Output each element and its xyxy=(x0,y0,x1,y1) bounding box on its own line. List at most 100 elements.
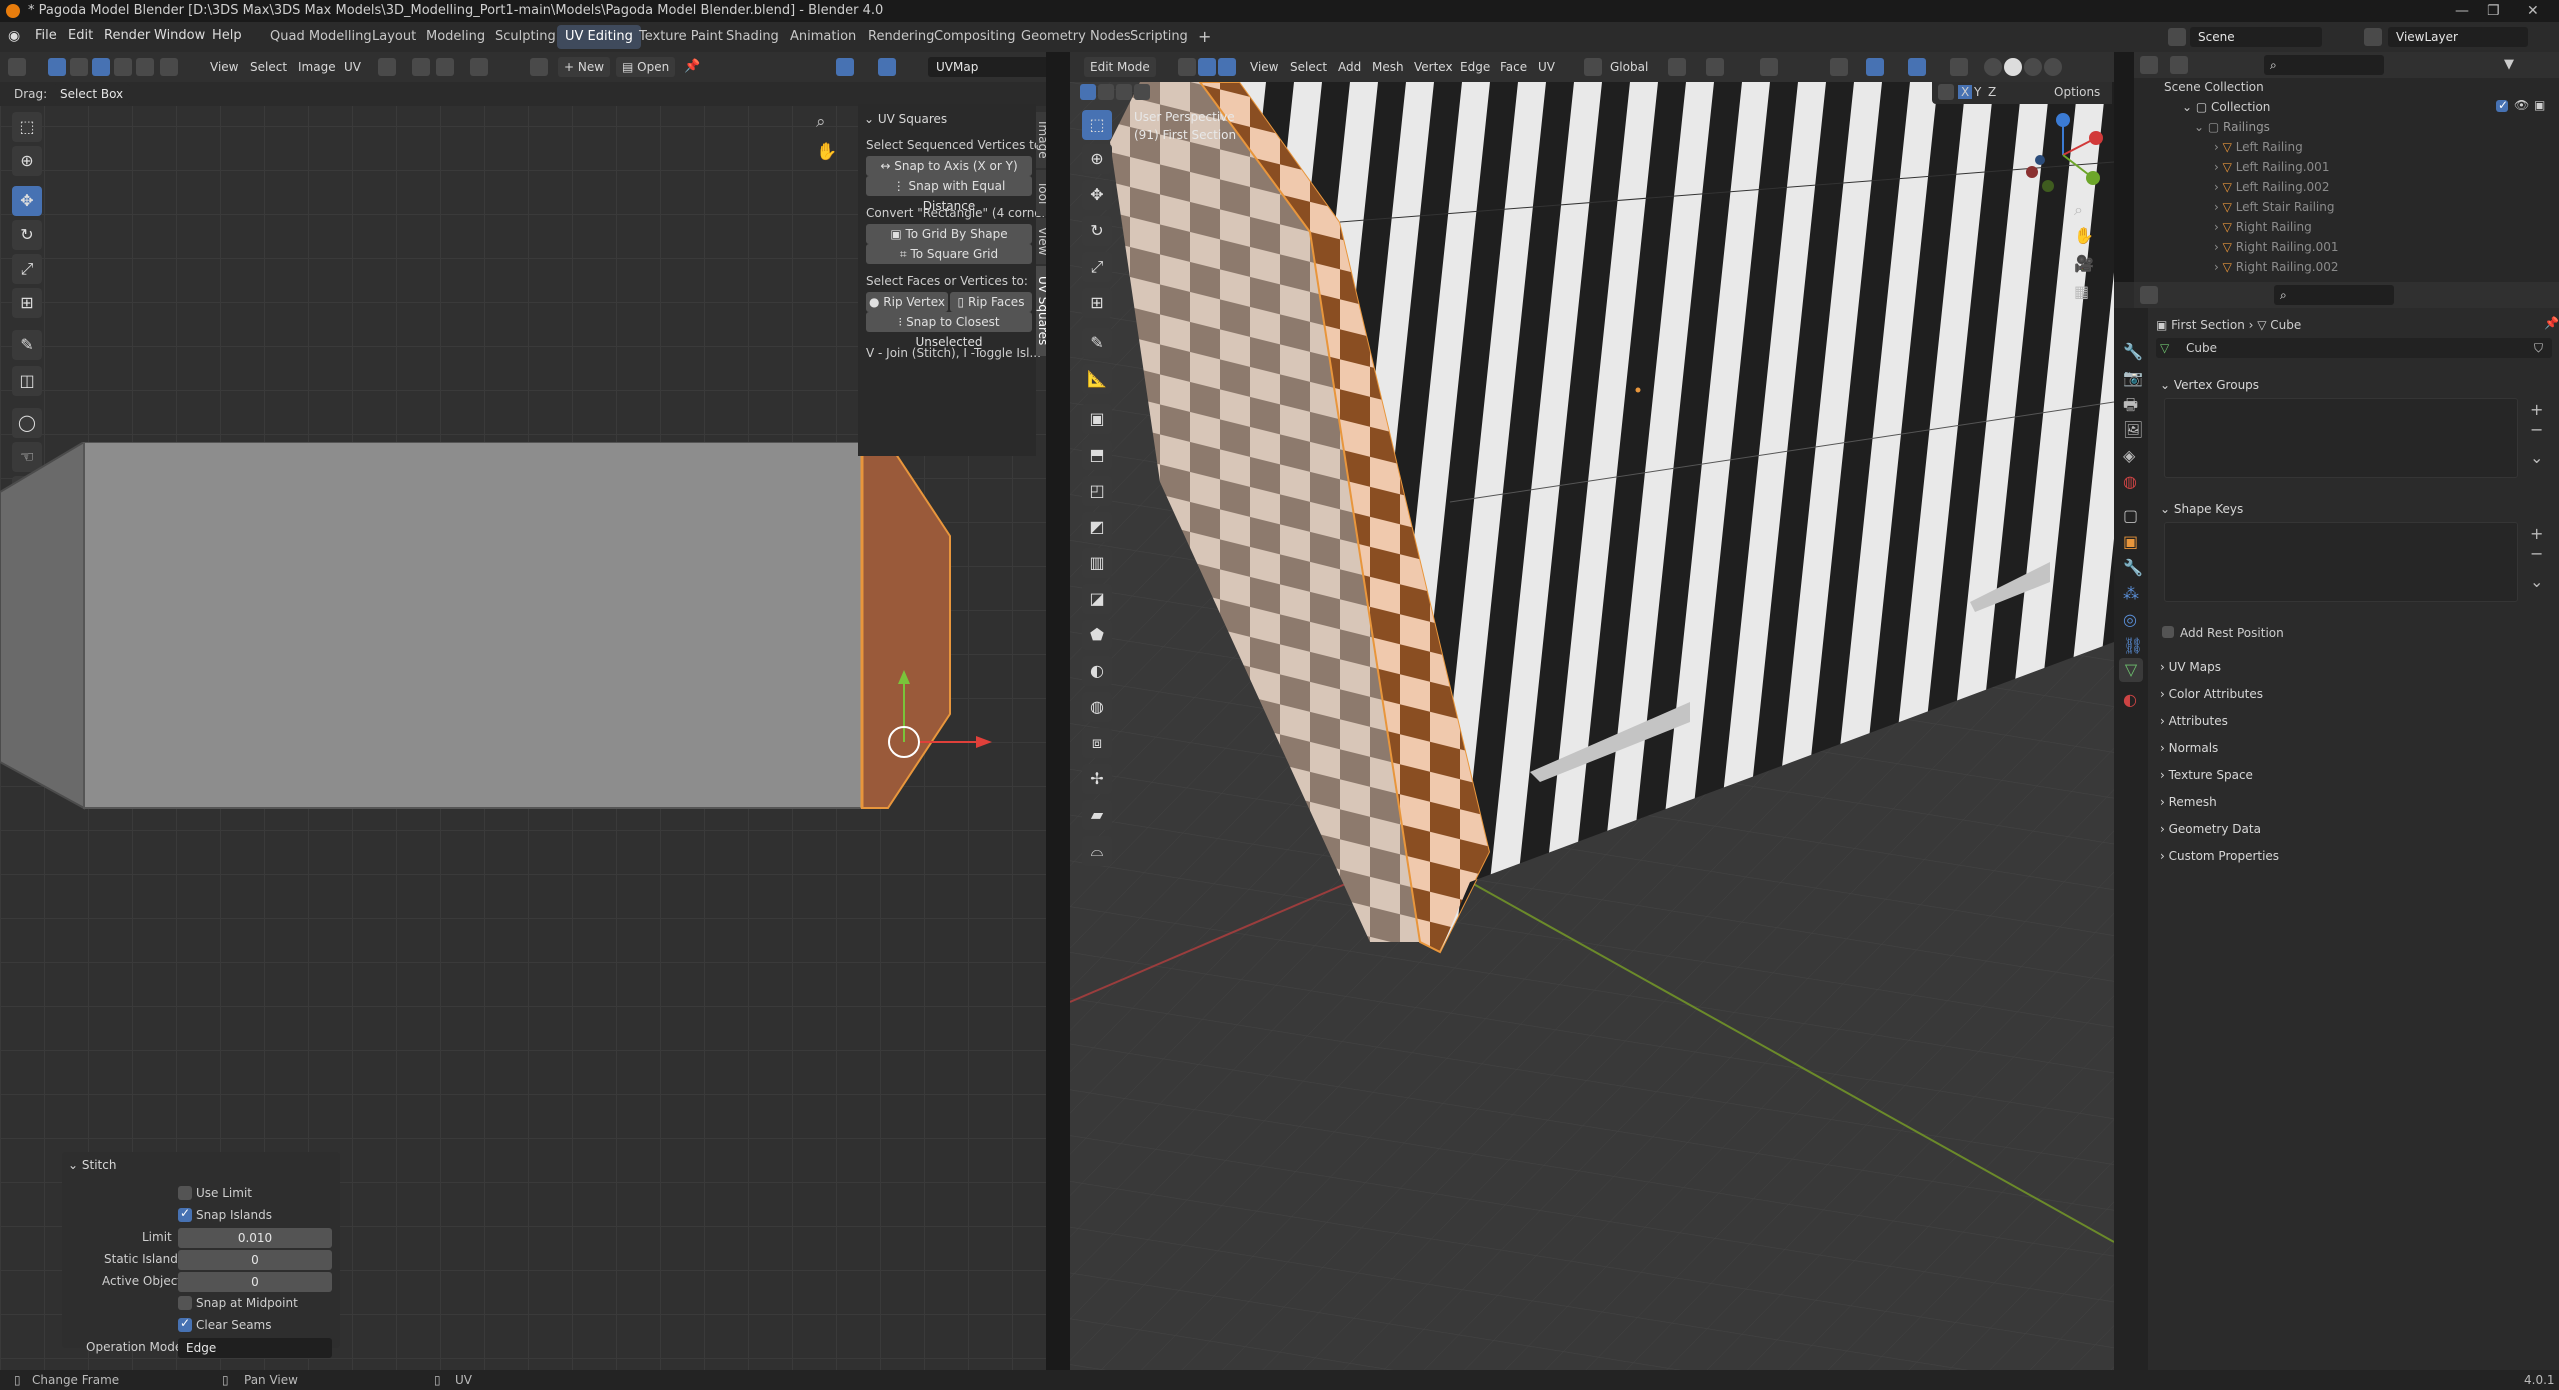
vertex-groups-header[interactable]: ⌄ Vertex Groups xyxy=(2160,378,2259,392)
uv-overlay-toggle-icon[interactable] xyxy=(836,58,854,76)
transform-tool-icon[interactable]: ⊞ xyxy=(12,288,42,318)
outliner-item[interactable]: › ▽ Left Stair Railing xyxy=(2214,200,2335,214)
vp-camera-icon[interactable]: 🎥 xyxy=(2074,254,2094,273)
custom-properties-header[interactable]: › Custom Properties xyxy=(2160,849,2279,863)
blender-menu-icon[interactable]: ◉ xyxy=(8,28,26,46)
vp-add-cube-tool-icon[interactable]: ▣ xyxy=(1082,404,1112,434)
modifier-tab-icon[interactable]: 🔧 xyxy=(2123,558,2143,577)
vp-zoom-icon[interactable]: ⌕ xyxy=(2074,200,2083,220)
cursor-tool-icon[interactable]: ⊕ xyxy=(12,146,42,176)
limit-field[interactable]: 0.010 xyxy=(178,1228,332,1248)
shape-keys-header[interactable]: ⌄ Shape Keys xyxy=(2160,502,2243,516)
select-subtract-icon[interactable] xyxy=(1116,84,1132,100)
render-tab-icon[interactable]: 📷 xyxy=(2123,368,2143,387)
outliner-item[interactable]: › ▽ Left Railing.002 xyxy=(2214,180,2329,194)
select-new-icon[interactable] xyxy=(1080,84,1096,100)
to-square-grid-button[interactable]: ⌗ To Square Grid xyxy=(866,244,1032,264)
select-extend-icon[interactable] xyxy=(1098,84,1114,100)
vp-rotate-tool-icon[interactable]: ↻ xyxy=(1082,216,1112,246)
navigation-gizmo[interactable] xyxy=(2018,110,2108,200)
rip-vertex-button[interactable]: ● Rip Vertex xyxy=(866,292,948,312)
uv-islands[interactable] xyxy=(0,442,960,862)
properties-editor-type-icon[interactable] xyxy=(2140,286,2158,304)
remove-shape-key-icon[interactable]: − xyxy=(2530,544,2543,563)
tab-geometry-nodes[interactable]: Geometry Nodes xyxy=(1013,25,1139,49)
image-browse-icon[interactable] xyxy=(530,58,548,76)
snap-icon[interactable] xyxy=(412,58,430,76)
vp-move-tool-icon[interactable]: ✥ xyxy=(1082,180,1112,210)
use-limit-checkbox[interactable] xyxy=(178,1186,192,1200)
pan-hand-icon[interactable]: ✋ xyxy=(816,142,837,162)
drag-select-box-dropdown[interactable]: Select Box xyxy=(54,84,130,104)
vp-menu-add[interactable]: Add xyxy=(1332,57,1367,77)
mirror-icon[interactable] xyxy=(1938,84,1954,100)
uv-select-mode-icon[interactable] xyxy=(48,58,66,76)
tab-layout[interactable]: Layout xyxy=(364,25,424,49)
vp-shrink-tool-icon[interactable]: ✢ xyxy=(1082,764,1112,794)
output-tab-icon[interactable]: 🖶 xyxy=(2123,394,2138,421)
menu-file[interactable]: File xyxy=(35,28,57,43)
vp-menu-view[interactable]: View xyxy=(1244,57,1284,77)
normals-header[interactable]: › Normals xyxy=(2160,741,2218,755)
xray-icon[interactable] xyxy=(1950,58,1968,76)
face-select-icon[interactable] xyxy=(1218,58,1236,76)
vp-cursor-tool-icon[interactable]: ⊕ xyxy=(1082,144,1112,174)
stitch-header[interactable]: ⌄ Stitch xyxy=(68,1158,116,1172)
tab-shading[interactable]: Shading xyxy=(718,25,787,49)
uv-island-main[interactable] xyxy=(83,442,863,809)
tool-tab-icon[interactable]: 🔧 xyxy=(2123,342,2143,361)
gizmo-icon[interactable] xyxy=(1866,58,1884,76)
uv-squares-header[interactable]: ⌄ UV Squares xyxy=(864,112,947,126)
tab-quad-modelling[interactable]: Quad Modelling xyxy=(262,25,380,49)
pin-icon[interactable]: 📌 xyxy=(684,58,702,76)
tweak-tool-icon[interactable]: ⬚ xyxy=(12,112,42,142)
axis-z-toggle[interactable]: Z xyxy=(1988,85,1996,99)
vp-inset-tool-icon[interactable]: ◰ xyxy=(1082,476,1112,506)
grab-tool-icon[interactable]: ◯ xyxy=(12,408,42,438)
vertex-groups-list[interactable] xyxy=(2164,398,2518,478)
outliner-railings[interactable]: ⌄ ▢ Railings xyxy=(2194,120,2270,134)
edge-select-icon[interactable] xyxy=(1198,58,1216,76)
vp-select-tool-icon[interactable]: ⬚ xyxy=(1082,110,1112,140)
edge-mode-icon[interactable] xyxy=(92,58,110,76)
pivot-icon[interactable] xyxy=(378,58,396,76)
proportional-icon[interactable] xyxy=(1760,58,1778,76)
snap-closest-unselected-button[interactable]: ⁝ Snap to Closest Unselected xyxy=(866,312,1032,349)
uv-menu-image[interactable]: Image xyxy=(292,57,342,77)
new-image-button[interactable]: + New xyxy=(558,57,611,77)
shape-key-specials-icon[interactable]: ⌄ xyxy=(2530,572,2543,591)
remesh-header[interactable]: › Remesh xyxy=(2160,795,2217,809)
vp-menu-uv[interactable]: UV xyxy=(1532,57,1561,77)
face-mode-icon[interactable] xyxy=(114,58,132,76)
add-rest-position-checkbox[interactable] xyxy=(2162,626,2174,638)
pin-properties-icon[interactable]: 📌 xyxy=(2544,316,2559,330)
viewport-scene[interactable] xyxy=(1070,82,2114,1370)
vp-measure-tool-icon[interactable]: 📐 xyxy=(1082,364,1112,394)
vp-ortho-icon[interactable]: ▦ xyxy=(2074,282,2089,301)
fake-user-shield-icon[interactable]: ⛉ xyxy=(2534,341,2543,356)
snap-equal-distance-button[interactable]: ⋮ Snap with Equal Distance xyxy=(866,176,1032,213)
editor-type-icon[interactable] xyxy=(8,58,26,76)
outliner-search[interactable]: ⌕ xyxy=(2264,55,2384,75)
annotate-tool-icon[interactable]: ✎ xyxy=(12,330,42,360)
vp-shear-tool-icon[interactable]: ▰ xyxy=(1082,800,1112,830)
visibility-eye-icon[interactable]: 👁 xyxy=(2514,98,2529,112)
vp-smooth-tool-icon[interactable]: ◍ xyxy=(1082,692,1112,722)
material-shading-icon[interactable] xyxy=(2024,58,2042,76)
outliner-item[interactable]: › ▽ Right Railing.001 xyxy=(2214,240,2338,254)
options-dropdown[interactable]: Options xyxy=(2054,85,2100,99)
vp-menu-face[interactable]: Face xyxy=(1494,57,1533,77)
overlay-icon[interactable] xyxy=(1908,58,1926,76)
axis-x-toggle[interactable]: X xyxy=(1958,85,1973,99)
vp-menu-mesh[interactable]: Mesh xyxy=(1366,57,1410,77)
tab-modeling[interactable]: Modeling xyxy=(418,25,493,49)
uv-gizmo-toggle-icon[interactable] xyxy=(878,58,896,76)
physics-tab-icon[interactable]: ◎ xyxy=(2123,610,2137,629)
snap-islands-checkbox[interactable] xyxy=(178,1206,192,1222)
world-tab-icon[interactable]: ◍ xyxy=(2123,472,2137,491)
vp-loopcut-tool-icon[interactable]: ▥ xyxy=(1082,548,1112,578)
vertex-mode-icon[interactable] xyxy=(70,58,88,76)
rip-tool-icon[interactable]: ◫ xyxy=(12,366,42,396)
vertex-group-specials-icon[interactable]: ⌄ xyxy=(2530,448,2543,467)
menu-edit[interactable]: Edit xyxy=(68,28,93,43)
